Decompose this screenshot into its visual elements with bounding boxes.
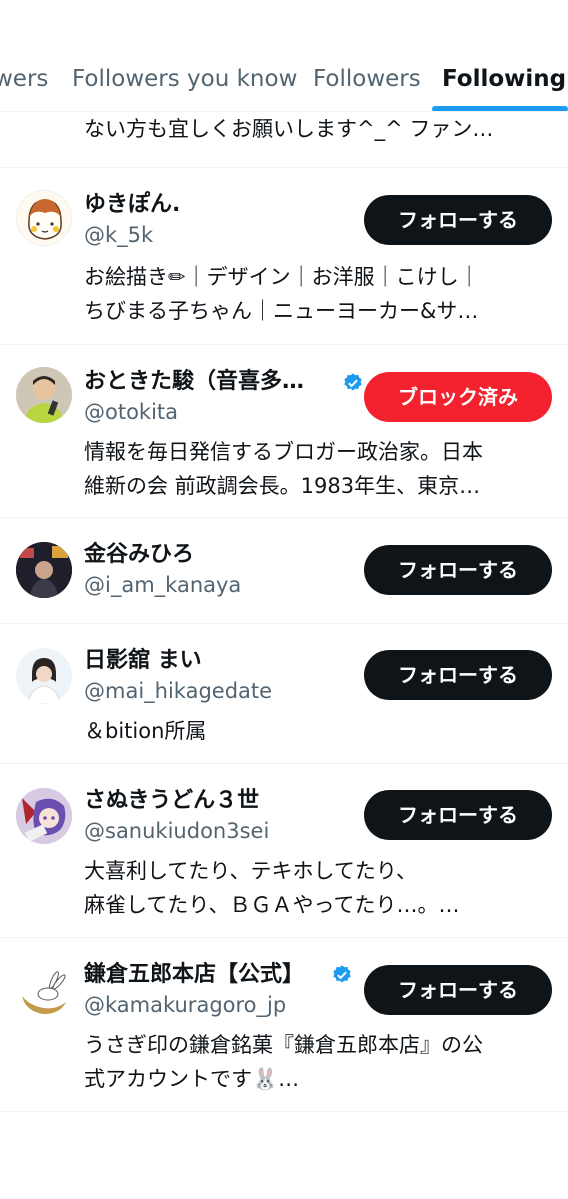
list-item[interactable]: ゆきぽん. @k_5k フォローする お絵描き✏︎｜デザイン｜お洋服｜こけし｜ … — [0, 168, 568, 345]
user-name[interactable]: おときた駿（音喜多… — [84, 367, 304, 397]
user-handle[interactable]: @kamakuragoro_jp — [84, 990, 286, 1020]
avatar-illustration-icon — [17, 191, 71, 245]
profile-tabs: wers Followers you know Followers Follow… — [0, 0, 568, 112]
follow-button[interactable]: フォローする — [364, 650, 552, 700]
user-bio: 情報を毎日発信するブロガー政治家。日本 維新の会 前政調会長。1983年生、東京… — [84, 440, 483, 498]
avatar[interactable] — [16, 542, 72, 598]
follow-button[interactable]: フォローする — [364, 545, 552, 595]
list-item[interactable]: 鎌倉五郎本店【公式】 @kamakuragoro_jp フォローする うさぎ印の… — [0, 938, 568, 1112]
follow-button[interactable]: フォローする — [364, 195, 552, 245]
user-bio: お絵描き✏︎｜デザイン｜お洋服｜こけし｜ ちびまる子ちゃん｜ニューヨーカー&サ… — [84, 265, 480, 323]
avatar-photo-icon — [16, 367, 72, 423]
user-handle[interactable]: @k_5k — [84, 220, 153, 250]
user-name[interactable]: 鎌倉五郎本店【公式】 — [84, 960, 304, 990]
user-bio: ＆bition所属 — [84, 719, 207, 743]
follow-button[interactable]: フォローする — [364, 965, 552, 1015]
user-handle[interactable]: @mai_hikagedate — [84, 676, 272, 706]
follow-button[interactable]: フォローする — [364, 790, 552, 840]
tab-partial[interactable]: wers — [0, 62, 48, 96]
tab-followers[interactable]: Followers — [313, 62, 421, 96]
verified-badge-icon — [333, 965, 351, 983]
user-name[interactable]: さぬきうどん３世 — [84, 786, 259, 816]
tab-followers-you-know[interactable]: Followers you know — [72, 62, 297, 96]
tab-following[interactable]: Following — [442, 62, 566, 96]
user-handle[interactable]: @i_am_kanaya — [84, 570, 241, 600]
active-tab-indicator — [432, 106, 568, 111]
list-item[interactable]: 日影舘 まい @mai_hikagedate フォローする ＆bition所属 — [0, 624, 568, 764]
avatar[interactable] — [16, 648, 72, 704]
avatar-photo-icon — [16, 648, 72, 704]
list-item[interactable]: さぬきうどん３世 @sanukiudon3sei フォローする 大喜利してたり、… — [0, 764, 568, 938]
user-name[interactable]: 日影舘 まい — [84, 646, 202, 676]
list-item[interactable]: 金谷みひろ @i_am_kanaya フォローする — [0, 518, 568, 624]
user-name[interactable]: ゆきぽん. — [84, 190, 180, 220]
avatar[interactable] — [16, 190, 72, 246]
user-handle[interactable]: @sanukiudon3sei — [84, 816, 269, 846]
avatar[interactable] — [16, 788, 72, 844]
user-bio: ない方も宜しくお願いします^_^ ファン… — [84, 117, 494, 141]
rabbit-moon-logo-icon — [16, 962, 72, 1018]
avatar[interactable] — [16, 962, 72, 1018]
blocked-button[interactable]: ブロック済み — [364, 372, 552, 422]
list-item[interactable]: おときた駿（音喜多… @otokita ブロック済み 情報を毎日発信するブロガー… — [0, 345, 568, 518]
user-name[interactable]: 金谷みひろ — [84, 540, 194, 570]
user-bio: 大喜利してたり、テキホしてたり、 麻雀してたり、ＢＧＡやってたり…。… — [84, 859, 460, 917]
user-handle[interactable]: @otokita — [84, 397, 178, 427]
avatar-photo-icon — [16, 542, 72, 598]
avatar[interactable] — [16, 367, 72, 423]
avatar-illustration-icon — [16, 788, 72, 844]
user-bio: うさぎ印の鎌倉銘菓『鎌倉五郎本店』の公 式アカウントです🐰… — [84, 1033, 483, 1091]
verified-badge-icon — [344, 373, 362, 391]
